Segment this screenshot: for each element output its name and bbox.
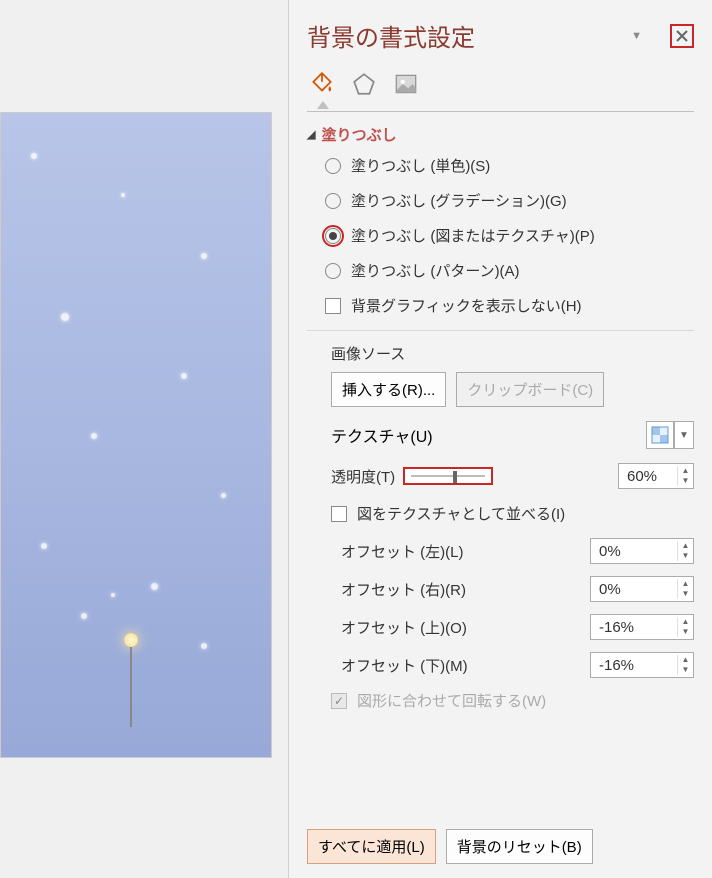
effects-tab[interactable] bbox=[349, 69, 379, 99]
texture-label: テクスチャ(U) bbox=[331, 423, 433, 447]
transparency-value[interactable]: 60% bbox=[619, 468, 677, 485]
spinner-down[interactable]: ▼ bbox=[678, 665, 693, 675]
collapse-icon: ◢ bbox=[307, 128, 315, 141]
apply-all-button[interactable]: すべてに適用(L) bbox=[307, 829, 436, 864]
spinner-down[interactable]: ▼ bbox=[678, 627, 693, 637]
panel-title: 背景の書式設定 bbox=[307, 18, 631, 53]
offset-left-spinner[interactable]: 0% ▲▼ bbox=[590, 538, 694, 564]
radio-pattern-fill[interactable] bbox=[325, 263, 341, 279]
checkbox-hide-bg-graphics[interactable] bbox=[325, 298, 341, 314]
spinner-up[interactable]: ▲ bbox=[678, 466, 693, 476]
format-background-panel: 背景の書式設定 ▼ ◢ 塗りつぶし 塗りつぶし (単色)(S) bbox=[288, 0, 712, 878]
picture-icon bbox=[393, 71, 419, 97]
texture-picker[interactable] bbox=[646, 421, 674, 449]
fill-section-header[interactable]: ◢ 塗りつぶし bbox=[307, 124, 694, 145]
fill-section-title: 塗りつぶし bbox=[321, 124, 396, 145]
checkbox-rotate-with-shape-label: 図形に合わせて回転する(W) bbox=[357, 690, 546, 711]
close-icon bbox=[674, 28, 690, 44]
spinner-up[interactable]: ▲ bbox=[678, 655, 693, 665]
spinner-down[interactable]: ▼ bbox=[678, 551, 693, 561]
texture-dropdown[interactable]: ▼ bbox=[674, 421, 694, 449]
offset-bottom-label: オフセット (下)(M) bbox=[341, 655, 590, 676]
spinner-down[interactable]: ▼ bbox=[678, 589, 693, 599]
spinner-up[interactable]: ▲ bbox=[678, 579, 693, 589]
radio-pattern-fill-label: 塗りつぶし (パターン)(A) bbox=[351, 260, 520, 281]
checkbox-rotate-with-shape bbox=[331, 693, 347, 709]
close-button[interactable] bbox=[670, 24, 694, 48]
reset-background-button[interactable]: 背景のリセット(B) bbox=[446, 829, 593, 864]
offset-left-label: オフセット (左)(L) bbox=[341, 541, 590, 562]
offset-top-label: オフセット (上)(O) bbox=[341, 617, 590, 638]
radio-gradient-fill[interactable] bbox=[325, 193, 341, 209]
spinner-down[interactable]: ▼ bbox=[678, 476, 693, 486]
radio-picture-fill[interactable] bbox=[325, 228, 341, 244]
insert-button[interactable]: 挿入する(R)... bbox=[331, 372, 446, 407]
offset-right-label: オフセット (右)(R) bbox=[341, 579, 590, 600]
image-source-label: 画像ソース bbox=[331, 343, 694, 364]
radio-solid-fill-label: 塗りつぶし (単色)(S) bbox=[351, 155, 490, 176]
panel-options-dropdown[interactable]: ▼ bbox=[631, 30, 642, 42]
picture-tab[interactable] bbox=[391, 69, 421, 99]
offset-top-value[interactable]: -16% bbox=[591, 619, 677, 636]
slider-thumb[interactable] bbox=[453, 471, 457, 483]
radio-solid-fill[interactable] bbox=[325, 158, 341, 174]
offset-bottom-spinner[interactable]: -16% ▲▼ bbox=[590, 652, 694, 678]
offset-bottom-value[interactable]: -16% bbox=[591, 657, 677, 674]
clipboard-button: クリップボード(C) bbox=[456, 372, 604, 407]
transparency-label: 透明度(T) bbox=[331, 466, 395, 487]
offset-top-spinner[interactable]: -16% ▲▼ bbox=[590, 614, 694, 640]
checkbox-tile-texture[interactable] bbox=[331, 506, 347, 522]
offset-left-value[interactable]: 0% bbox=[591, 543, 677, 560]
slide-thumbnail[interactable] bbox=[0, 112, 272, 758]
spinner-up[interactable]: ▲ bbox=[678, 617, 693, 627]
fill-tab[interactable] bbox=[307, 69, 337, 99]
lamp-graphic bbox=[121, 637, 141, 727]
checkbox-tile-texture-label: 図をテクスチャとして並べる(I) bbox=[357, 503, 565, 524]
radio-picture-fill-label: 塗りつぶし (図またはテクスチャ)(P) bbox=[351, 225, 595, 246]
checkbox-hide-bg-graphics-label: 背景グラフィックを表示しない(H) bbox=[351, 295, 582, 316]
paint-bucket-icon bbox=[309, 71, 335, 97]
texture-icon bbox=[651, 426, 669, 444]
radio-gradient-fill-label: 塗りつぶし (グラデーション)(G) bbox=[351, 190, 567, 211]
offset-right-spinner[interactable]: 0% ▲▼ bbox=[590, 576, 694, 602]
pentagon-icon bbox=[351, 71, 377, 97]
slide-preview bbox=[0, 0, 288, 878]
offset-right-value[interactable]: 0% bbox=[591, 581, 677, 598]
transparency-spinner[interactable]: 60% ▲▼ bbox=[618, 463, 694, 489]
spinner-up[interactable]: ▲ bbox=[678, 541, 693, 551]
transparency-slider[interactable] bbox=[403, 467, 493, 485]
